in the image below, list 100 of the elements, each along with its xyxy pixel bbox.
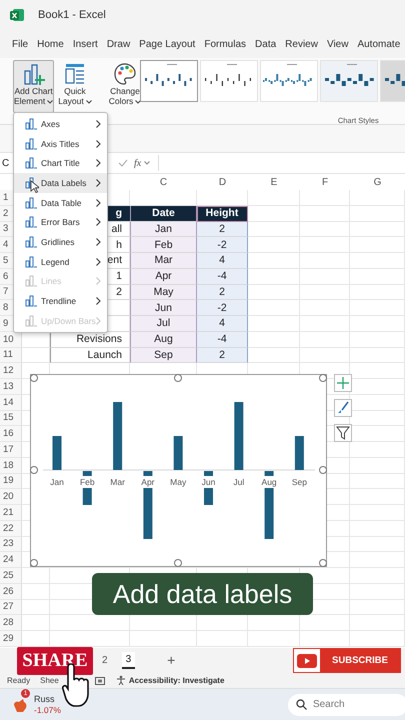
- add-sheet-button[interactable]: +: [167, 652, 176, 668]
- ribbon-tab[interactable]: Review: [285, 36, 318, 52]
- status-text[interactable]: Accessibility: Investigate: [128, 676, 224, 684]
- share-button[interactable]: SHARE: [17, 647, 93, 675]
- layout-icon: [62, 62, 87, 86]
- caret-icon: [86, 100, 92, 104]
- row-number[interactable]: 22: [0, 520, 22, 536]
- table-cell: 2: [197, 222, 248, 238]
- row-number[interactable]: 25: [0, 568, 22, 584]
- menu-item[interactable]: Data Labels: [14, 173, 107, 193]
- table-cell: Sep: [130, 348, 197, 364]
- table-cell: Aug: [130, 332, 197, 348]
- table-cell: 4: [197, 316, 248, 332]
- resize-handle[interactable]: [30, 466, 38, 474]
- check-icon[interactable]: [118, 159, 128, 167]
- sheet-tab[interactable]: 2: [98, 652, 112, 668]
- row-number[interactable]: 13: [0, 379, 22, 395]
- widget-title[interactable]: Russ: [34, 694, 61, 704]
- resize-handle[interactable]: [30, 374, 38, 382]
- brush-icon[interactable]: [334, 399, 352, 417]
- widget-icon[interactable]: [12, 696, 28, 712]
- chevron-right-icon: [96, 159, 101, 168]
- caret-icon: [135, 100, 142, 104]
- resize-handle[interactable]: [174, 374, 182, 382]
- axis-label: Mar: [110, 477, 125, 487]
- palette-icon: [113, 62, 137, 86]
- menu-item[interactable]: Chart Title: [14, 153, 107, 174]
- chevron-right-icon: [96, 238, 101, 246]
- row-number[interactable]: 18: [0, 458, 22, 474]
- resize-handle[interactable]: [30, 559, 38, 567]
- menu-item[interactable]: Axes: [14, 114, 107, 134]
- caret-icon[interactable]: [144, 161, 150, 165]
- filter-icon[interactable]: [334, 424, 352, 442]
- table-header-cell: Height: [197, 206, 248, 222]
- chart-style-thumbnail[interactable]: [140, 60, 198, 102]
- resize-handle[interactable]: [319, 466, 327, 474]
- column-header[interactable]: F: [300, 174, 350, 190]
- row-number[interactable]: 28: [0, 615, 22, 631]
- row-number[interactable]: 17: [0, 442, 22, 458]
- row-number[interactable]: 26: [0, 584, 22, 600]
- table-cell: 2: [197, 348, 248, 364]
- ribbon-tab[interactable]: Draw: [106, 36, 130, 52]
- pointer-icon: [30, 180, 39, 193]
- ribbon-tab[interactable]: View: [326, 36, 348, 52]
- row-number[interactable]: 16: [0, 426, 22, 442]
- subscribe-button[interactable]: SUBSCRIBE: [293, 648, 401, 673]
- status-text: Ready: [7, 676, 30, 684]
- column-header[interactable]: G: [350, 174, 405, 190]
- chevron-right-icon: [96, 258, 101, 266]
- table-cell: 2: [197, 284, 248, 300]
- bar: [174, 436, 183, 470]
- ribbon-tab[interactable]: File: [12, 36, 28, 52]
- bar-chart-icon: [25, 157, 37, 170]
- ribbon-button[interactable]: Quick Layout: [57, 60, 93, 113]
- ribbon-tab[interactable]: Insert: [72, 36, 98, 52]
- bar-chart-icon: [25, 256, 37, 268]
- column-header[interactable]: E: [248, 174, 300, 190]
- excel-icon: [10, 8, 24, 22]
- axis-label: Jan: [50, 477, 64, 487]
- record-icon[interactable]: [94, 676, 105, 684]
- row-number[interactable]: 23: [0, 536, 22, 552]
- widget-value: -1.07%: [34, 704, 61, 716]
- resize-handle[interactable]: [174, 559, 182, 567]
- resize-handle[interactable]: [319, 374, 327, 382]
- accessibility-icon[interactable]: [116, 675, 126, 685]
- ribbon-tab[interactable]: Home: [37, 36, 64, 52]
- table-cell: Feb: [130, 237, 197, 253]
- row-number[interactable]: 11: [0, 348, 22, 364]
- plus-icon[interactable]: [334, 374, 352, 392]
- bar-chart-icon: [25, 295, 37, 308]
- ribbon-button[interactable]: Add Chart Element: [13, 60, 54, 113]
- row-number[interactable]: 24: [0, 552, 22, 568]
- row-number[interactable]: 29: [0, 631, 22, 647]
- row-number[interactable]: 14: [0, 394, 22, 410]
- ribbon-tab[interactable]: Formulas: [204, 36, 246, 52]
- row-number[interactable]: 19: [0, 474, 22, 490]
- play-icon: [297, 654, 317, 668]
- chevron-right-icon: [96, 178, 101, 187]
- row-number[interactable]: 20: [0, 489, 22, 505]
- chevron-right-icon: [96, 277, 101, 286]
- ribbon-tab[interactable]: Automate: [357, 36, 400, 52]
- ribbon-tab[interactable]: Page Layout: [139, 36, 196, 52]
- row-number[interactable]: 21: [0, 505, 22, 521]
- sheet-tab[interactable]: 3: [122, 652, 136, 668]
- chart-area[interactable]: Jan Feb Mar Apr May Jun Jul Aug Sep: [30, 374, 327, 567]
- ribbon-button[interactable]: Change Colors: [108, 60, 142, 113]
- search-field[interactable]: Search: [288, 694, 405, 716]
- axis-label: Jul: [233, 477, 244, 487]
- row-number[interactable]: 10: [0, 332, 22, 348]
- bar-chart-icon: [25, 275, 37, 288]
- function-button[interactable]: fx: [134, 158, 142, 168]
- resize-handle[interactable]: [319, 559, 327, 567]
- status-text: Shee: [40, 676, 59, 684]
- column-header[interactable]: D: [197, 174, 248, 190]
- column-header[interactable]: C: [130, 174, 197, 190]
- row-number[interactable]: 12: [0, 363, 22, 379]
- menu-item[interactable]: Axis Titles: [14, 134, 107, 154]
- row-number[interactable]: 27: [0, 600, 22, 616]
- row-number[interactable]: 15: [0, 410, 22, 426]
- ribbon-tab[interactable]: Data: [255, 36, 276, 52]
